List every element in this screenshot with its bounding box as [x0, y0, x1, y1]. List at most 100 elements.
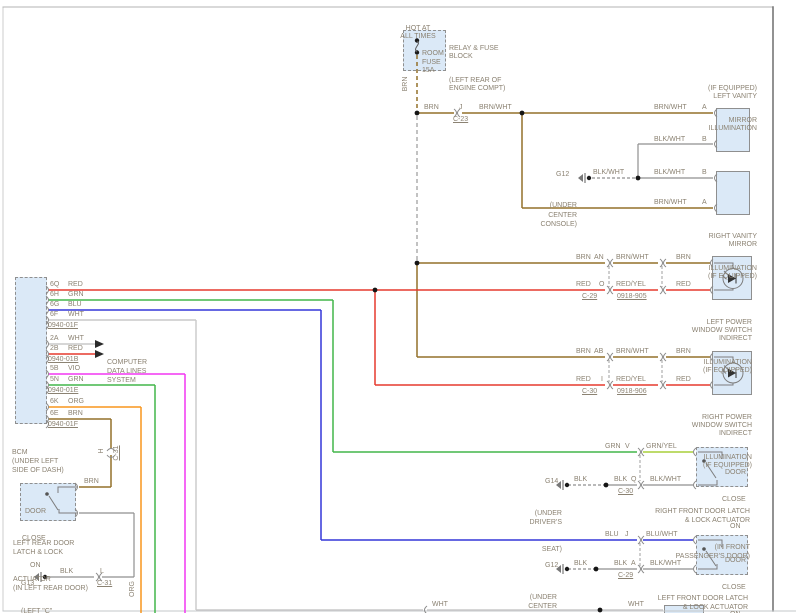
wire-label-brnwht: BRN/WHT — [654, 104, 687, 112]
wire-label-red: RED — [676, 376, 691, 384]
connector-ref-0940-01f[interactable]: 0940-01F — [48, 421, 78, 429]
bcm-pin-id: 6G — [50, 301, 59, 309]
connector-ref-0918-905[interactable]: 0918-905 — [617, 293, 647, 301]
wire-label-brnwht: BRN/WHT — [654, 199, 687, 207]
pin-an: AN — [594, 254, 604, 262]
wire-label-blk: BLK — [614, 476, 627, 484]
pin-i: I — [601, 376, 603, 384]
pin-b: B — [702, 136, 707, 144]
g13-label: G13 — [21, 580, 34, 588]
pin-b: B — [702, 169, 707, 177]
connector-ref-c31[interactable]: C-31 — [97, 580, 112, 588]
wire-label-blk: BLK — [614, 560, 627, 568]
bcm-pin-color: RED — [68, 281, 83, 289]
computer-data-arrow-icons — [95, 340, 104, 358]
wire-label-wht: WHT — [628, 601, 644, 609]
bcm-pin-id: 2B — [50, 345, 59, 353]
bcm-pin-color: BRN — [68, 410, 83, 418]
bcm-pin-id: 6K — [50, 398, 59, 406]
wire-label-red: RED — [576, 376, 591, 384]
bcm-pin-id: 5B — [50, 365, 59, 373]
connector-ref-c31[interactable]: C-31 — [113, 441, 121, 465]
connector-ref-0940-01e[interactable]: 0940-01E — [48, 387, 78, 395]
connector-pin-l: L — [100, 568, 104, 576]
wiring-diagram-canvas: HOT ATALL TIMES ROOMFUSE15A RELAY & FUSE… — [0, 0, 796, 613]
brn-feed-wire-label: BRN — [402, 72, 410, 96]
wire-label-blkwht: BLK/WHT — [650, 560, 681, 568]
wire-label-blk: BLK — [574, 560, 587, 568]
g12-top-label: G12 — [556, 171, 569, 179]
wire-label-bluwht: BLU/WHT — [646, 531, 678, 539]
right-vanity-title: RIGHT VANITYMIRROR ILLUMINATION(IF EQUIP… — [655, 217, 757, 297]
wire-label-blkwht: BLK/WHT — [654, 136, 685, 144]
connector-ref-c29[interactable]: C-29 — [582, 293, 597, 301]
connector-ref-c23[interactable]: C-23 — [453, 116, 468, 124]
connector-ref-0940-01f[interactable]: 0940-01F — [48, 322, 78, 330]
org-wire-label: ORG — [129, 577, 137, 601]
wire-label-blkwht: BLK/WHT — [593, 169, 624, 177]
wire-label-brn: BRN — [84, 478, 99, 486]
wire-label-blk: BLK — [60, 568, 73, 576]
connector-ref-c30[interactable]: C-30 — [582, 388, 597, 396]
pin-q: Q — [631, 476, 636, 484]
g14-address: (UNDERDRIVER'S SEAT) — [505, 491, 562, 572]
wire-label-blu: BLU — [605, 531, 619, 539]
wire-label-brn: BRN — [576, 348, 591, 356]
wire-label-brn: BRN — [424, 104, 439, 112]
bcm-pin-color: GRN — [68, 376, 84, 384]
bcm-pin-id: 5N — [50, 376, 59, 384]
wire-label-red: RED — [676, 281, 691, 289]
g13-address: (LEFT "C"PILLAR) — [21, 589, 52, 613]
bcm-connector-box — [15, 277, 47, 424]
bcm-pin-id: 2A — [50, 335, 59, 343]
bcm-pin-color: RED — [68, 345, 83, 353]
wire-label-redyel: RED/YEL — [616, 281, 646, 289]
bcm-pin-id: 6F — [50, 311, 58, 319]
wire-label-grnyel: GRN/YEL — [646, 443, 677, 451]
wire-label-red: RED — [576, 281, 591, 289]
pin-a: A — [631, 560, 636, 568]
left-power-window-title: LEFT POWERWINDOW SWITCHINDIRECT ILLUMINA… — [645, 303, 752, 391]
g12-top-ground-icon — [578, 173, 591, 183]
connector-ref-0918-906[interactable]: 0918-906 — [617, 388, 647, 396]
g12-bottom-address: (UNDERCENTER CONSOLE) — [500, 575, 557, 613]
wire-label-blkwht: BLK/WHT — [654, 169, 685, 177]
bcm-pin-id: 6H — [50, 291, 59, 299]
computer-data-lines-label: COMPUTERDATA LINESSYSTEM — [107, 340, 147, 403]
wire-label-brnwht: BRN/WHT — [479, 104, 512, 112]
bcm-pin-color: GRN — [68, 291, 84, 299]
left-front-door-latch-label: LEFT FRONT DOOR LATCH& LOCK ACTUATOR (IN… — [600, 576, 748, 613]
wire-label-brn: BRN — [676, 254, 691, 262]
wire-label-blkwht: BLK/WHT — [650, 476, 681, 484]
right-vanity-mirror-box — [716, 171, 750, 215]
bcm-pin-color: WHT — [68, 335, 84, 343]
bcm-pin-id: 6E — [50, 410, 59, 418]
connector-pin-h: H — [98, 443, 106, 459]
bcm-pin-color: BLU — [68, 301, 82, 309]
bcm-pin-id: 6Q — [50, 281, 59, 289]
bcm-pin-color: WHT — [68, 311, 84, 319]
pin-j: J — [625, 531, 629, 539]
bcm-pin-color: VIO — [68, 365, 80, 373]
bcm-label: BCM(UNDER LEFTSIDE OF DASH) — [12, 430, 64, 493]
wire-label-grn: GRN — [605, 443, 621, 451]
wire-label-brnwht: BRN/WHT — [616, 348, 649, 356]
pin-a: A — [702, 199, 707, 207]
connector-pin-j: J — [459, 104, 463, 112]
pin-a: A — [702, 104, 707, 112]
pin-ab: AB — [594, 348, 603, 356]
g12-bottom-label: G12 — [545, 562, 558, 570]
wire-label-brnwht: BRN/WHT — [616, 254, 649, 262]
bcm-pin-color: ORG — [68, 398, 84, 406]
red-wires — [48, 290, 710, 385]
connector-ref-0940-01b[interactable]: 0940-01B — [48, 356, 78, 364]
pin-o: O — [599, 281, 604, 289]
wire-label-redyel: RED/YEL — [616, 376, 646, 384]
wire-label-blk: BLK — [574, 476, 587, 484]
wire-label-brn: BRN — [676, 348, 691, 356]
fuse-label: ROOMFUSE15A — [422, 33, 444, 93]
g14-label: G14 — [545, 478, 558, 486]
wire-label-wht: WHT — [432, 601, 448, 609]
pin-v: V — [625, 443, 630, 451]
relay-fuse-block-label: RELAY & FUSEBLOCK (LEFT REAR OFENGINE CO… — [449, 29, 505, 109]
